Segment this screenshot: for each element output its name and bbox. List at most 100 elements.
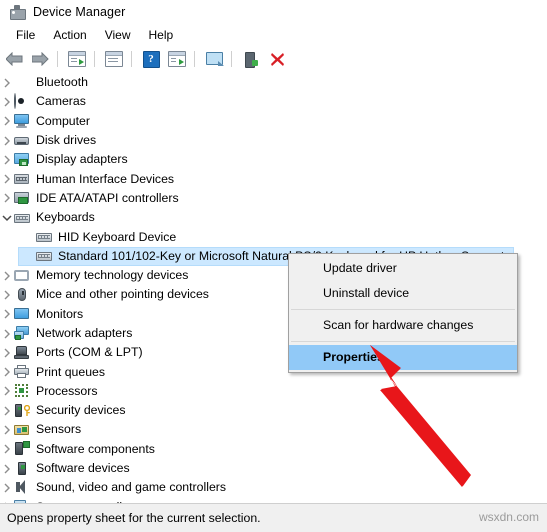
properties-icon bbox=[105, 51, 123, 67]
tree-item-label: Mice and other pointing devices bbox=[36, 287, 209, 302]
context-menu-item-update-driver[interactable]: Update driver bbox=[289, 256, 517, 281]
context-menu-item-uninstall-device[interactable]: Uninstall device bbox=[289, 281, 517, 306]
uninstall-device-button[interactable] bbox=[265, 47, 289, 71]
chevron-right-icon[interactable] bbox=[0, 305, 14, 324]
context-menu-item-scan-for-hardware-changes[interactable]: Scan for hardware changes bbox=[289, 313, 517, 338]
menu-bar: File Action View Help bbox=[0, 24, 547, 45]
tree-item-label: Software devices bbox=[36, 461, 130, 476]
software-device-icon bbox=[14, 461, 30, 477]
context-menu-separator bbox=[291, 341, 515, 342]
computer-icon bbox=[14, 113, 30, 129]
chevron-right-icon[interactable] bbox=[0, 73, 14, 92]
scan-for-hardware-changes-button[interactable] bbox=[202, 47, 226, 71]
toolbar-separator bbox=[231, 51, 232, 67]
toolbar-separator bbox=[194, 51, 195, 67]
forward-icon bbox=[31, 52, 49, 66]
chevron-right-icon[interactable] bbox=[0, 131, 14, 150]
menu-action[interactable]: Action bbox=[45, 26, 94, 44]
tree-item-label: Memory technology devices bbox=[36, 268, 189, 283]
chevron-right-icon[interactable] bbox=[0, 420, 14, 439]
chevron-right-icon[interactable] bbox=[0, 112, 14, 131]
back-icon bbox=[5, 52, 23, 66]
tree-item-software-components[interactable]: Software components bbox=[0, 440, 547, 459]
tree-item-label: Display adapters bbox=[36, 152, 128, 167]
chevron-right-icon[interactable] bbox=[0, 401, 14, 420]
chevron-right-icon[interactable] bbox=[0, 478, 14, 497]
tree-item-software-devices[interactable]: Software devices bbox=[0, 459, 547, 478]
context-menu-item-properties[interactable]: Properties bbox=[289, 345, 517, 370]
chevron-right-icon[interactable] bbox=[0, 324, 14, 343]
tree-item-label: Computer bbox=[36, 113, 90, 128]
bluetooth-icon bbox=[14, 75, 30, 91]
toolbar-separator bbox=[94, 51, 95, 67]
tree-item-cameras[interactable]: Cameras bbox=[0, 92, 547, 111]
watermark: wsxdn.com bbox=[478, 510, 539, 524]
tree-item-label: Keyboards bbox=[36, 210, 95, 225]
tree-item-label: IDE ATA/ATAPI controllers bbox=[36, 190, 179, 205]
title-bar: Device Manager bbox=[0, 0, 547, 24]
chevron-right-icon[interactable] bbox=[0, 459, 14, 478]
sensor-icon bbox=[14, 422, 30, 438]
network-adapter-icon bbox=[14, 325, 30, 342]
tree-item-label: Sound, video and game controllers bbox=[36, 480, 227, 495]
chevron-right-icon[interactable] bbox=[0, 150, 14, 169]
status-bar-text: Opens property sheet for the current sel… bbox=[7, 511, 261, 525]
tree-item-label: Disk drives bbox=[36, 133, 97, 148]
sound-controller-icon bbox=[14, 479, 30, 496]
ide-controller-icon bbox=[14, 190, 30, 206]
chevron-right-icon[interactable] bbox=[0, 189, 14, 208]
memory-technology-icon bbox=[14, 268, 30, 284]
chevron-down-icon[interactable] bbox=[0, 208, 14, 227]
properties-button[interactable] bbox=[102, 47, 126, 71]
update-driver-button[interactable] bbox=[165, 47, 189, 71]
camera-icon bbox=[14, 92, 30, 110]
device-manager-window: Device Manager File Action View Help ? B… bbox=[0, 0, 547, 532]
tree-item-sound-video-game-controllers[interactable]: Sound, video and game controllers bbox=[0, 478, 547, 497]
tree-item-label: Software components bbox=[36, 441, 155, 456]
tree-item-keyboards[interactable]: Keyboards bbox=[0, 208, 547, 227]
keyboard-icon bbox=[36, 229, 52, 245]
context-menu[interactable]: Update driver Uninstall device Scan for … bbox=[288, 253, 518, 373]
tree-item-ide-controllers[interactable]: IDE ATA/ATAPI controllers bbox=[0, 189, 547, 208]
keyboard-icon bbox=[36, 248, 52, 264]
chevron-right-icon[interactable] bbox=[0, 266, 14, 285]
tree-item-sensors[interactable]: Sensors bbox=[0, 420, 547, 439]
chevron-right-icon[interactable] bbox=[0, 92, 14, 111]
tree-item-hid-keyboard-device[interactable]: HID Keyboard Device bbox=[0, 227, 547, 246]
tree-item-label: Processors bbox=[36, 383, 98, 398]
tree-item-security-devices[interactable]: Security devices bbox=[0, 401, 547, 420]
tree-item-disk-drives[interactable]: Disk drives bbox=[0, 131, 547, 150]
chevron-right-icon[interactable] bbox=[0, 343, 14, 362]
tree-item-computer[interactable]: Computer bbox=[0, 112, 547, 131]
tree-item-display-adapters[interactable]: Display adapters bbox=[0, 150, 547, 169]
toolbar-separator bbox=[57, 51, 58, 67]
tree-item-bluetooth[interactable]: Bluetooth bbox=[0, 73, 547, 92]
tree-item-label: Network adapters bbox=[36, 326, 133, 340]
chevron-right-icon[interactable] bbox=[0, 363, 14, 382]
disk-drive-icon bbox=[14, 133, 30, 149]
tree-item-processors[interactable]: Processors bbox=[0, 382, 547, 401]
tree-item-label: Human Interface Devices bbox=[36, 171, 175, 186]
update-driver-icon bbox=[168, 51, 186, 67]
mouse-icon bbox=[14, 287, 30, 303]
back-button[interactable] bbox=[2, 47, 26, 71]
menu-help[interactable]: Help bbox=[141, 26, 182, 44]
menu-view[interactable]: View bbox=[97, 26, 139, 44]
enable-device-icon bbox=[244, 51, 258, 68]
chevron-right-icon[interactable] bbox=[0, 440, 14, 459]
help-icon: ? bbox=[142, 50, 160, 68]
show-hide-console-tree-button[interactable] bbox=[65, 47, 89, 71]
menu-file[interactable]: File bbox=[8, 26, 43, 44]
help-button[interactable]: ? bbox=[139, 47, 163, 71]
forward-button[interactable] bbox=[28, 47, 52, 71]
toolbar: ? bbox=[0, 45, 547, 74]
chevron-right-icon[interactable] bbox=[0, 285, 14, 304]
tree-item-human-interface-devices[interactable]: Human Interface Devices bbox=[0, 169, 547, 188]
display-adapter-icon bbox=[14, 152, 30, 168]
chevron-right-icon[interactable] bbox=[0, 382, 14, 401]
chevron-right-icon[interactable] bbox=[0, 170, 14, 189]
human-interface-device-icon bbox=[14, 171, 30, 187]
device-manager-icon bbox=[9, 4, 26, 20]
enable-device-button[interactable] bbox=[239, 47, 263, 71]
tree-item-label: HID Keyboard Device bbox=[58, 229, 177, 244]
